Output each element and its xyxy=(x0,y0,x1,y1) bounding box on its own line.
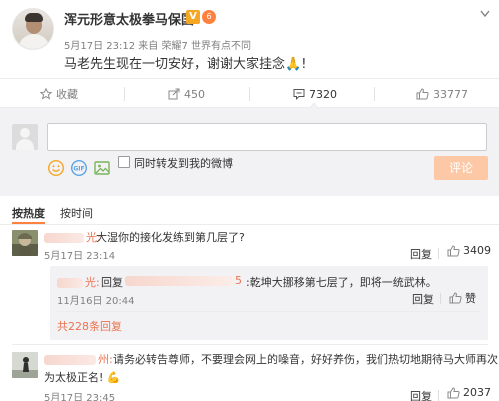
level-badge-icon: 6 xyxy=(202,10,216,24)
emoji-icon[interactable] xyxy=(47,159,65,177)
nested-reply-button[interactable]: 回复 xyxy=(412,291,434,307)
repost-checkbox-label: 同时转发到我的微博 xyxy=(134,157,233,170)
thumbs-up-icon xyxy=(449,292,462,304)
divider xyxy=(12,344,488,345)
comment-time: 5月17日 23:45 xyxy=(44,393,116,401)
reply-button[interactable]: 回复 xyxy=(410,246,432,262)
nested-commenter-name[interactable]: 光: xyxy=(57,274,100,290)
commenter-name-suffix: 州: xyxy=(98,353,113,366)
redacted-mention xyxy=(125,276,233,286)
commenter-name[interactable]: 光: xyxy=(44,229,101,245)
commenter-avatar[interactable] xyxy=(12,352,38,378)
comment-like-button[interactable]: 2037 xyxy=(447,386,491,399)
action-divider xyxy=(124,87,125,101)
divider xyxy=(57,311,481,312)
comment-text: 大湿你的接化发练到第几层了? xyxy=(96,231,245,244)
view-all-replies-link[interactable]: 共228条回复 xyxy=(57,318,122,334)
tab-sort-by-hot[interactable]: 按热度 xyxy=(12,205,45,221)
star-icon xyxy=(40,88,52,100)
action-divider xyxy=(249,87,250,101)
divider xyxy=(438,390,439,401)
image-icon[interactable] xyxy=(93,159,111,177)
comment-like-count: 2037 xyxy=(463,386,491,399)
pray-emoji-icon: 🙏 xyxy=(285,57,302,72)
redacted-name xyxy=(57,278,83,288)
like-button[interactable]: 33777 xyxy=(416,79,468,109)
svg-text:GIF: GIF xyxy=(73,166,84,173)
nested-reply-time: 11月16日 20:44 xyxy=(57,296,135,307)
reply-button[interactable]: 回复 xyxy=(410,388,432,401)
comment-count: 7320 xyxy=(309,87,337,101)
repost-count: 450 xyxy=(184,87,205,101)
vip-badge-icon: V xyxy=(186,10,200,24)
repost-button[interactable]: 450 xyxy=(168,79,205,109)
repost-icon xyxy=(168,88,180,100)
comment-input[interactable] xyxy=(47,123,487,151)
thumbs-up-icon xyxy=(447,244,460,256)
mention-suffix: 5 xyxy=(235,274,242,287)
divider xyxy=(438,248,439,259)
nested-reply-text: :乾坤大挪移第七层了，即将一统武林。 xyxy=(246,276,437,289)
muscle-emoji-icon: 💪 xyxy=(106,371,121,384)
post-text-end: ! xyxy=(301,57,307,72)
my-avatar xyxy=(12,124,38,150)
submit-comment-button[interactable]: 评论 xyxy=(434,156,488,180)
thumbs-up-icon xyxy=(447,386,460,398)
divider xyxy=(0,224,499,225)
thumbs-up-icon xyxy=(416,88,429,100)
post-text-body: 马老先生现在一切安好，谢谢大家挂念 xyxy=(64,57,286,72)
nested-like-button[interactable]: 赞 xyxy=(449,290,476,306)
author-avatar[interactable] xyxy=(12,8,54,50)
post-text: 马老先生现在一切安好，谢谢大家挂念🙏! xyxy=(64,53,306,72)
post-action-bar: 收藏 450 7320 33777 xyxy=(0,78,499,108)
mentioned-user[interactable]: 5 xyxy=(125,274,242,287)
redacted-name xyxy=(44,355,96,365)
commenter-avatar[interactable] xyxy=(12,230,38,256)
comment-icon xyxy=(293,89,305,100)
comment-text-line2-body: 为太极正名! xyxy=(44,371,104,384)
post-meta: 5月17日 23:12 来自 荣耀7 世界有点不同 xyxy=(64,41,251,52)
favorite-label: 收藏 xyxy=(56,88,78,101)
comment-composer: GIF xyxy=(0,108,499,196)
nested-commenter-name-suffix: 光: xyxy=(85,276,100,289)
post-author-name[interactable]: 浑元形意太极拳马保国 xyxy=(64,9,194,28)
comment-like-count: 3409 xyxy=(463,244,491,257)
redacted-name xyxy=(44,233,84,243)
favorite-button[interactable]: 收藏 xyxy=(40,79,78,109)
comment-like-button[interactable]: 3409 xyxy=(447,244,491,257)
gif-icon[interactable]: GIF xyxy=(70,159,88,177)
comment-time: 5月17日 23:14 xyxy=(44,251,116,262)
action-divider xyxy=(374,87,375,101)
nested-reply-prefix: 回复 xyxy=(101,276,123,289)
comment-text-line1: 请务必转告尊师，不要理会网上的噪音，好好养伤，我们热切地期待马大师再次 xyxy=(113,353,498,366)
comment-text-line2: 为太极正名! 💪 xyxy=(44,369,121,385)
like-count: 33777 xyxy=(433,87,468,101)
nested-like-label: 赞 xyxy=(465,292,476,305)
commenter-name[interactable]: 州: xyxy=(44,351,113,367)
weibo-post-page: 浑元形意太极拳马保国 V 6 5月17日 23:12 来自 荣耀7 世界有点不同… xyxy=(0,0,499,401)
tab-sort-by-time[interactable]: 按时间 xyxy=(60,205,93,221)
chevron-down-icon[interactable] xyxy=(480,10,490,18)
divider xyxy=(440,293,441,304)
repost-checkbox[interactable] xyxy=(118,156,130,168)
